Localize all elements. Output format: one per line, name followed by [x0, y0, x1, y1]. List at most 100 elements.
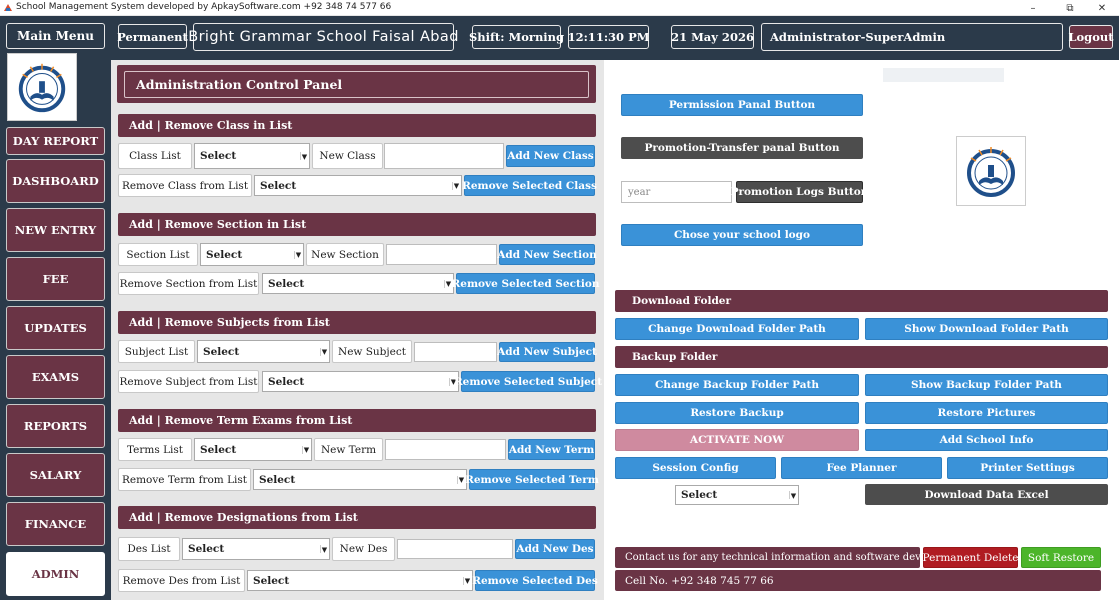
remove-term-label: Remove Term from List [118, 468, 251, 491]
chevron-down-icon: ▼ [320, 544, 328, 554]
change-download-folder-button[interactable]: Change Download Folder Path [615, 318, 859, 340]
fee-planner-button[interactable]: Fee Planner [781, 457, 942, 479]
remove-selected-subject-button[interactable]: Remove Selected Subject [454, 371, 602, 392]
clock-display: 12:11:30 PM [568, 25, 649, 49]
new-term-label: New Term [314, 438, 383, 461]
subject-list-select[interactable]: Select ▼ [197, 340, 330, 363]
maximize-button[interactable]: ⧉ [1053, 0, 1087, 16]
chevron-down-icon: ▼ [320, 347, 328, 356]
terms-list-label: Terms List [118, 438, 192, 461]
add-new-subject-button[interactable]: Add New Subject [497, 342, 597, 362]
remove-des-select[interactable]: Select ▼ [247, 570, 473, 591]
restore-backup-button[interactable]: Restore Backup [615, 402, 859, 424]
chevron-down-icon: ▼ [452, 181, 460, 190]
class-list-label: Class List [118, 143, 192, 169]
add-new-class-button[interactable]: Add New Class [506, 145, 595, 167]
remove-section-select-value: Select [268, 277, 305, 290]
remove-term-select[interactable]: Select ▼ [253, 469, 467, 490]
user-display: Administrator-SuperAdmin [761, 23, 1063, 51]
add-new-des-button[interactable]: Add New Des [515, 539, 595, 559]
terms-list-select[interactable]: Select ▼ [194, 438, 312, 461]
mode-badge: Permanent [117, 24, 188, 49]
new-section-input[interactable] [386, 244, 497, 265]
class-list-select[interactable]: Select ▼ [194, 143, 310, 169]
designations-section-header: Add | Remove Designations from List [118, 506, 596, 529]
soft-restore-button[interactable]: Soft Restore [1021, 547, 1101, 568]
class-list-select-value: Select [200, 150, 237, 162]
contact-info-text: Contact us for any technical information… [615, 547, 968, 568]
logout-button[interactable]: Logout [1068, 25, 1114, 49]
permission-panel-button[interactable]: Permission Panal Button [621, 94, 863, 116]
main-menu-label: Main Menu [6, 23, 105, 49]
remove-subject-select[interactable]: Select ▼ [262, 371, 459, 392]
backup-folder-header: Backup Folder [615, 346, 1108, 368]
minimize-button[interactable]: – [1016, 0, 1050, 16]
remove-des-select-value: Select [253, 574, 290, 587]
window-title: School Management System developed by Ap… [16, 2, 392, 12]
nav-finance[interactable]: FINANCE [6, 502, 105, 546]
new-section-label: New Section [306, 243, 384, 266]
new-class-label: New Class [312, 143, 383, 169]
new-des-label: New Des [332, 537, 395, 561]
restore-pictures-button[interactable]: Restore Pictures [865, 402, 1108, 424]
new-term-input[interactable] [385, 439, 506, 460]
printer-settings-button[interactable]: Printer Settings [947, 457, 1108, 479]
section-list-label: Section List [118, 243, 198, 266]
remove-class-label: Remove Class from List [118, 174, 252, 197]
session-config-button[interactable]: Session Config [615, 457, 776, 479]
nav-new-entry[interactable]: NEW ENTRY [6, 208, 105, 252]
add-new-section-button[interactable]: Add New Section [497, 244, 597, 265]
remove-des-label: Remove Des from List [118, 569, 245, 592]
download-data-excel-button[interactable]: Download Data Excel [865, 484, 1108, 505]
nav-day-report[interactable]: DAY REPORT [6, 127, 105, 155]
new-class-input[interactable] [384, 143, 504, 169]
nav-reports[interactable]: REPORTS [6, 404, 105, 448]
school-name: Bright Grammar School Faisal Abad [188, 23, 458, 51]
new-subject-label: New Subject [332, 340, 412, 363]
new-des-input[interactable] [397, 539, 513, 559]
chevron-down-icon: ▼ [300, 151, 308, 161]
chevron-down-icon: ▼ [463, 576, 471, 585]
app-icon [4, 4, 12, 11]
subject-list-label: Subject List [118, 340, 195, 363]
des-list-select[interactable]: Select ▼ [182, 538, 330, 560]
promotion-logs-button[interactable]: Promotion Logs Button [731, 181, 868, 203]
remove-subject-label: Remove Subject from List [118, 370, 259, 393]
section-list-select-value: Select [206, 248, 243, 261]
remove-selected-section-button[interactable]: Remove Selected Section [452, 273, 599, 294]
remove-section-select[interactable]: Select ▼ [262, 273, 454, 294]
nav-admin[interactable]: ADMIN [6, 552, 105, 596]
remove-selected-class-button[interactable]: Remove Selected Class [462, 175, 597, 196]
remove-selected-term-button[interactable]: Remove Selected Term [465, 469, 599, 490]
change-backup-folder-button[interactable]: Change Backup Folder Path [615, 374, 859, 396]
add-school-info-button[interactable]: Add School Info [865, 429, 1108, 451]
terms-section-header: Add | Remove Term Exams from List [118, 409, 596, 432]
remove-term-select-value: Select [259, 473, 296, 486]
nav-dashboard[interactable]: DASHBOARD [6, 159, 105, 203]
permanent-delete-button[interactable]: Permanent Delete [923, 547, 1019, 568]
section-list-select[interactable]: Select ▼ [200, 243, 304, 266]
remove-class-select-value: Select [260, 179, 297, 192]
show-backup-folder-button[interactable]: Show Backup Folder Path [865, 374, 1108, 396]
excel-select[interactable]: Select ▼ [675, 485, 799, 505]
activate-now-button[interactable]: ACTIVATE NOW [615, 429, 859, 451]
promotion-transfer-button[interactable]: Promotion-Transfer panal Button [621, 137, 863, 159]
remove-selected-des-button[interactable]: Remove Selected Des [472, 570, 598, 591]
nav-fee[interactable]: FEE [6, 257, 105, 301]
close-window-button[interactable]: ✕ [1085, 0, 1119, 16]
choose-logo-button[interactable]: Chose your school logo [621, 224, 863, 246]
nav-salary[interactable]: SALARY [6, 453, 105, 497]
school-logo-preview [956, 136, 1026, 206]
nav-updates[interactable]: UPDATES [6, 306, 105, 350]
shift-badge: Shift: Morning [469, 25, 564, 49]
add-new-term-button[interactable]: Add New Term [508, 439, 595, 460]
download-folder-header: Download Folder [615, 290, 1108, 312]
year-input[interactable]: year [621, 181, 732, 203]
class-section-header: Add | Remove Class in List [118, 114, 596, 137]
nav-exams[interactable]: EXAMS [6, 355, 105, 399]
show-download-folder-button[interactable]: Show Download Folder Path [865, 318, 1108, 340]
new-subject-input[interactable] [414, 342, 497, 362]
panel-title-bar: Administration Control Panel [117, 65, 596, 103]
remove-class-select[interactable]: Select ▼ [254, 175, 462, 196]
cell-number-text: Cell No. +92 348 745 77 66 [615, 570, 1101, 591]
